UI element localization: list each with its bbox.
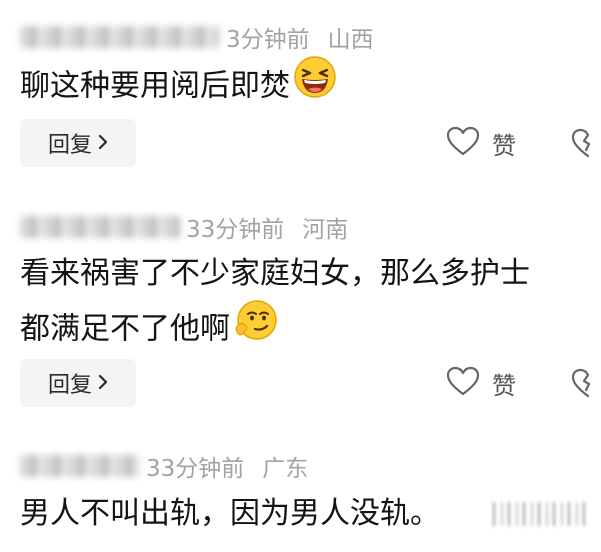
username-redacted[interactable]: [20, 455, 140, 477]
comment-text-content: 男人不叫出轨，因为男人没轨。: [20, 496, 440, 531]
comment-meta: 33分钟前 广东: [20, 451, 309, 482]
comment-location: 广东: [262, 456, 309, 482]
comment-list: 3分钟前 山西 聊这种要用阅后即焚 回复 赞 33分钟前 河南 看来祸害了不少家…: [0, 0, 601, 552]
comment-item: 33分钟前 广东 男人不叫出轨，因为男人没轨。: [0, 0, 601, 552]
redacted-emoji-area: [488, 502, 588, 526]
comment-time: 33分钟前: [146, 456, 245, 482]
